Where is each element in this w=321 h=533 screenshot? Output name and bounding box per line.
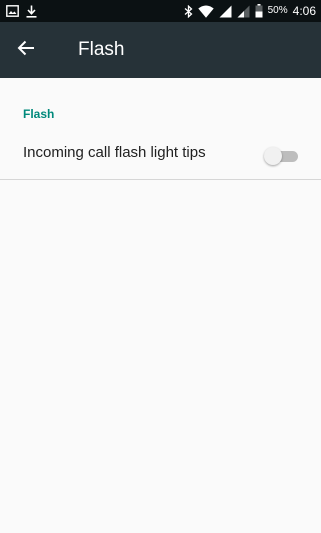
page-title: Flash (78, 39, 125, 60)
clock: 4:06 (292, 4, 316, 18)
status-left-icons (6, 3, 37, 19)
bluetooth-icon (184, 4, 193, 18)
status-right-icons: 50% 4:06 (184, 3, 316, 19)
battery-icon (255, 4, 263, 18)
download-icon (26, 5, 37, 18)
back-button[interactable] (12, 36, 40, 64)
setting-label: Incoming call flash light tips (23, 144, 206, 161)
signal-icon (219, 5, 232, 18)
toggle-thumb (264, 147, 282, 165)
incoming-call-flash-toggle[interactable] (264, 146, 300, 166)
wifi-icon (197, 5, 214, 18)
image-notification-icon (6, 5, 19, 17)
divider (0, 179, 321, 180)
battery-percent: 50% (267, 5, 288, 16)
setting-incoming-call-flash[interactable]: Incoming call flash light tips (0, 130, 321, 178)
status-bar: 50% 4:06 (0, 0, 321, 22)
toolbar: Flash (0, 22, 321, 78)
section-header-flash: Flash (23, 107, 55, 121)
settings-content: Flash Incoming call flash light tips (0, 78, 321, 533)
signal-weak-icon (237, 5, 250, 18)
arrow-back-icon (17, 40, 35, 61)
flash-settings-screen: 50% 4:06 Flash Flash Incoming call flash… (0, 0, 321, 533)
